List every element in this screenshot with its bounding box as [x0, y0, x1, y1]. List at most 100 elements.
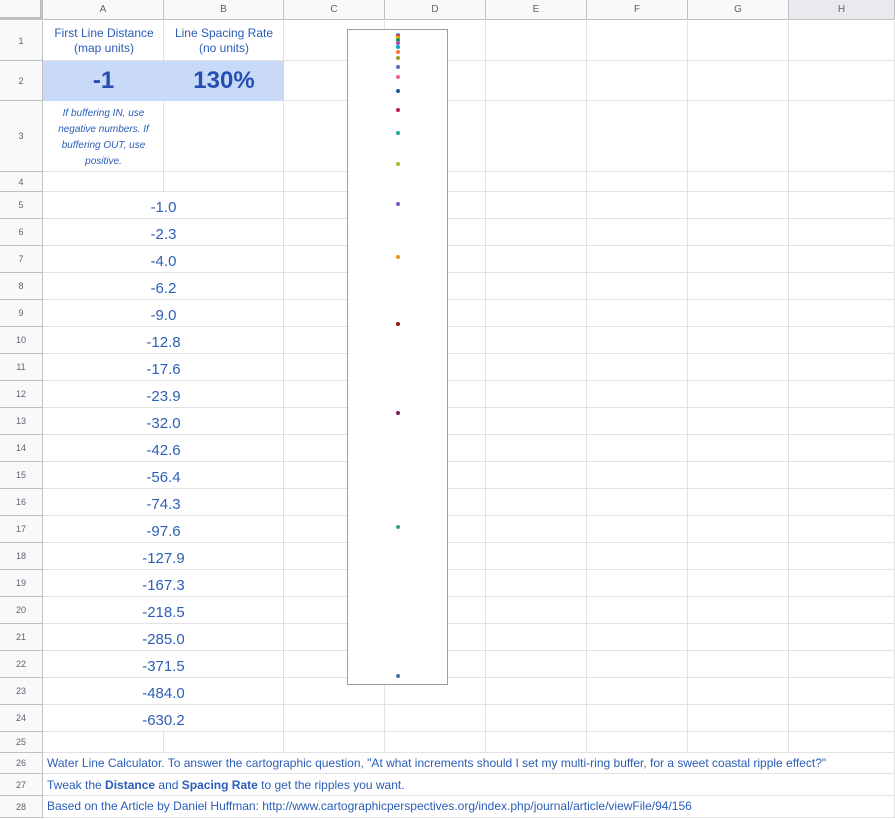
ripple-distance-value[interactable]: -371.5	[43, 651, 284, 678]
grid-cell[interactable]	[688, 774, 789, 796]
grid-cell[interactable]	[486, 774, 587, 796]
grid-cell[interactable]	[789, 219, 895, 246]
grid-cell[interactable]	[486, 192, 587, 219]
grid-cell[interactable]	[587, 21, 688, 61]
grid-cell[interactable]	[587, 273, 688, 300]
grid-cell[interactable]	[688, 300, 789, 327]
row-header-5[interactable]: 5	[0, 192, 43, 219]
grid-cell[interactable]	[587, 172, 688, 192]
ripple-distance-value[interactable]: -1.0	[43, 192, 284, 219]
grid-cell[interactable]	[587, 489, 688, 516]
row-header-3[interactable]: 3	[0, 101, 43, 172]
grid-cell[interactable]	[789, 435, 895, 462]
grid-cell[interactable]	[587, 435, 688, 462]
grid-cell[interactable]	[789, 192, 895, 219]
grid-cell[interactable]	[688, 219, 789, 246]
grid-cell[interactable]	[486, 246, 587, 273]
ripple-distance-value[interactable]: -4.0	[43, 246, 284, 273]
ripple-distance-value[interactable]: -6.2	[43, 273, 284, 300]
grid-cell[interactable]	[688, 21, 789, 61]
grid-cell[interactable]	[587, 597, 688, 624]
cell-a28-article-credit[interactable]: Based on the Article by Daniel Huffman: …	[47, 799, 692, 813]
row-header-7[interactable]: 7	[0, 246, 43, 273]
grid-cell[interactable]	[789, 300, 895, 327]
grid-cell[interactable]	[486, 435, 587, 462]
grid-cell[interactable]	[587, 219, 688, 246]
grid-cell[interactable]	[486, 651, 587, 678]
grid-cell[interactable]	[789, 651, 895, 678]
row-header-15[interactable]: 15	[0, 462, 43, 489]
grid-cell[interactable]	[789, 172, 895, 192]
grid-cell[interactable]	[587, 408, 688, 435]
grid-cell[interactable]	[587, 246, 688, 273]
grid-cell[interactable]	[486, 101, 587, 172]
grid-cell[interactable]	[587, 570, 688, 597]
column-header-h[interactable]: H	[789, 0, 895, 20]
ripple-distance-value[interactable]: -12.8	[43, 327, 284, 354]
grid-cell[interactable]	[789, 543, 895, 570]
grid-cell[interactable]	[385, 705, 486, 732]
grid-cell[interactable]	[789, 624, 895, 651]
grid-cell[interactable]	[43, 732, 164, 753]
grid-cell[interactable]	[688, 354, 789, 381]
row-header-20[interactable]: 20	[0, 597, 43, 624]
grid-cell[interactable]	[486, 327, 587, 354]
grid-cell[interactable]	[486, 219, 587, 246]
grid-cell[interactable]	[789, 705, 895, 732]
cell-b2-rate-input[interactable]: 130%	[164, 61, 284, 101]
grid-cell[interactable]	[587, 774, 688, 796]
grid-cell[interactable]	[486, 516, 587, 543]
grid-cell[interactable]	[688, 327, 789, 354]
row-header-25[interactable]: 25	[0, 732, 43, 753]
grid-cell[interactable]	[587, 705, 688, 732]
grid-cell[interactable]	[789, 597, 895, 624]
grid-cell[interactable]	[587, 61, 688, 101]
grid-cell[interactable]	[789, 381, 895, 408]
grid-cell[interactable]	[587, 624, 688, 651]
grid-cell[interactable]	[688, 543, 789, 570]
cell-a2-distance-input[interactable]: -1	[43, 61, 164, 101]
grid-cell[interactable]	[688, 172, 789, 192]
grid-cell[interactable]	[789, 408, 895, 435]
row-header-23[interactable]: 23	[0, 678, 43, 705]
ripple-distance-value[interactable]: -127.9	[43, 543, 284, 570]
grid-cell[interactable]	[789, 462, 895, 489]
grid-cell[interactable]	[587, 300, 688, 327]
grid-cell[interactable]	[688, 796, 789, 818]
column-header-g[interactable]: G	[688, 0, 789, 20]
cell-b1-line-spacing-rate-label[interactable]: Line Spacing Rate (no units)	[168, 26, 280, 56]
ripple-distance-value[interactable]: -630.2	[43, 705, 284, 732]
grid-cell[interactable]	[688, 61, 789, 101]
row-header-24[interactable]: 24	[0, 705, 43, 732]
grid-cell[interactable]	[486, 172, 587, 192]
grid-cell[interactable]	[789, 796, 895, 818]
grid-cell[interactable]	[789, 273, 895, 300]
grid-cell[interactable]	[688, 435, 789, 462]
grid-cell[interactable]	[587, 101, 688, 172]
ripple-scatter-chart[interactable]	[347, 29, 448, 685]
grid-cell[interactable]	[789, 774, 895, 796]
grid-cell[interactable]	[587, 651, 688, 678]
grid-cell[interactable]	[688, 624, 789, 651]
ripple-distance-value[interactable]: -74.3	[43, 489, 284, 516]
row-header-14[interactable]: 14	[0, 435, 43, 462]
grid-cell[interactable]	[486, 570, 587, 597]
cell-a26-description[interactable]: Water Line Calculator. To answer the car…	[47, 756, 826, 770]
grid-cell[interactable]	[486, 21, 587, 61]
grid-cell[interactable]	[587, 543, 688, 570]
grid-cell[interactable]	[789, 327, 895, 354]
grid-cell[interactable]	[688, 462, 789, 489]
grid-cell[interactable]	[789, 21, 895, 61]
grid-cell[interactable]	[486, 543, 587, 570]
grid-cell[interactable]	[43, 172, 164, 192]
ripple-distance-value[interactable]: -167.3	[43, 570, 284, 597]
grid-cell[interactable]	[486, 61, 587, 101]
grid-cell[interactable]	[587, 327, 688, 354]
grid-cell[interactable]	[789, 101, 895, 172]
ripple-distance-value[interactable]: -56.4	[43, 462, 284, 489]
ripple-distance-value[interactable]: -9.0	[43, 300, 284, 327]
ripple-distance-value[interactable]: -2.3	[43, 219, 284, 246]
grid-cell[interactable]	[688, 570, 789, 597]
row-header-2[interactable]: 2	[0, 61, 43, 101]
grid-cell[interactable]	[587, 381, 688, 408]
